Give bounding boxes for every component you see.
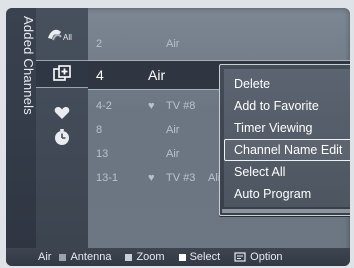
menu-item-select-all[interactable]: Select All — [228, 161, 346, 183]
channel-number: 4 — [96, 67, 104, 83]
channel-name: Air — [166, 148, 180, 160]
timer-clock-icon[interactable] — [36, 122, 88, 152]
menu-item-channel-name-edit[interactable]: Channel Name Edit — [224, 139, 350, 161]
select-label: Select — [189, 251, 221, 263]
channel-name: TV #3 — [166, 172, 196, 184]
menu-bottom-bar — [222, 209, 350, 213]
menu-item-delete[interactable]: Delete — [228, 73, 346, 95]
panel-title: Added Channels — [21, 16, 36, 115]
options-menu: Delete Add to Favorite Timer Viewing Cha… — [219, 64, 350, 216]
menu-item-add-to-favorite[interactable]: Add to Favorite — [228, 95, 346, 117]
added-channel-icon[interactable] — [36, 60, 88, 88]
channel-name: Air — [166, 38, 180, 50]
channel-number: 4-2 — [96, 100, 112, 112]
channel-name: Air — [166, 124, 180, 136]
antenna-button[interactable]: Antenna — [59, 251, 111, 263]
channel-number: 2 — [96, 38, 103, 50]
antenna-label: Antenna — [70, 251, 112, 263]
channel-number: 13-1 — [96, 172, 119, 184]
select-color-key-icon — [178, 253, 186, 261]
all-channels-icon[interactable]: All — [36, 20, 88, 50]
footer-bar: Air Antenna Zoom Select Option — [6, 248, 350, 266]
source-label: Air — [38, 251, 52, 263]
zoom-color-key-icon — [125, 253, 133, 261]
all-label: All — [63, 33, 72, 42]
channel-name: Air — [148, 67, 166, 83]
channel-number: 8 — [96, 124, 103, 136]
option-label: Option — [250, 251, 283, 263]
channel-row[interactable]: 2 Air — [88, 34, 350, 54]
select-button[interactable]: Select — [178, 251, 221, 263]
zoom-label: Zoom — [136, 251, 165, 263]
tv-screen: Added Channels All 2 Air 4 Air 4-2 ♥ TV … — [0, 0, 354, 268]
channel-number: 13 — [96, 148, 109, 160]
antenna-color-key-icon — [59, 253, 67, 261]
option-button[interactable]: Option — [234, 251, 283, 263]
menu-item-auto-program[interactable]: Auto Program — [228, 183, 346, 205]
channel-name: TV #8 — [166, 100, 196, 112]
channel-manager-panel: Added Channels All 2 Air 4 Air 4-2 ♥ TV … — [6, 8, 350, 266]
favorite-heart-icon: ♥ — [148, 100, 155, 112]
panel-title-strip: Added Channels — [6, 8, 36, 248]
zoom-button[interactable]: Zoom — [125, 251, 165, 263]
option-tools-icon — [234, 252, 246, 262]
category-icon-column: All — [36, 8, 88, 248]
menu-item-timer-viewing[interactable]: Timer Viewing — [228, 117, 346, 139]
favorite-heart-icon: ♥ — [148, 172, 155, 184]
